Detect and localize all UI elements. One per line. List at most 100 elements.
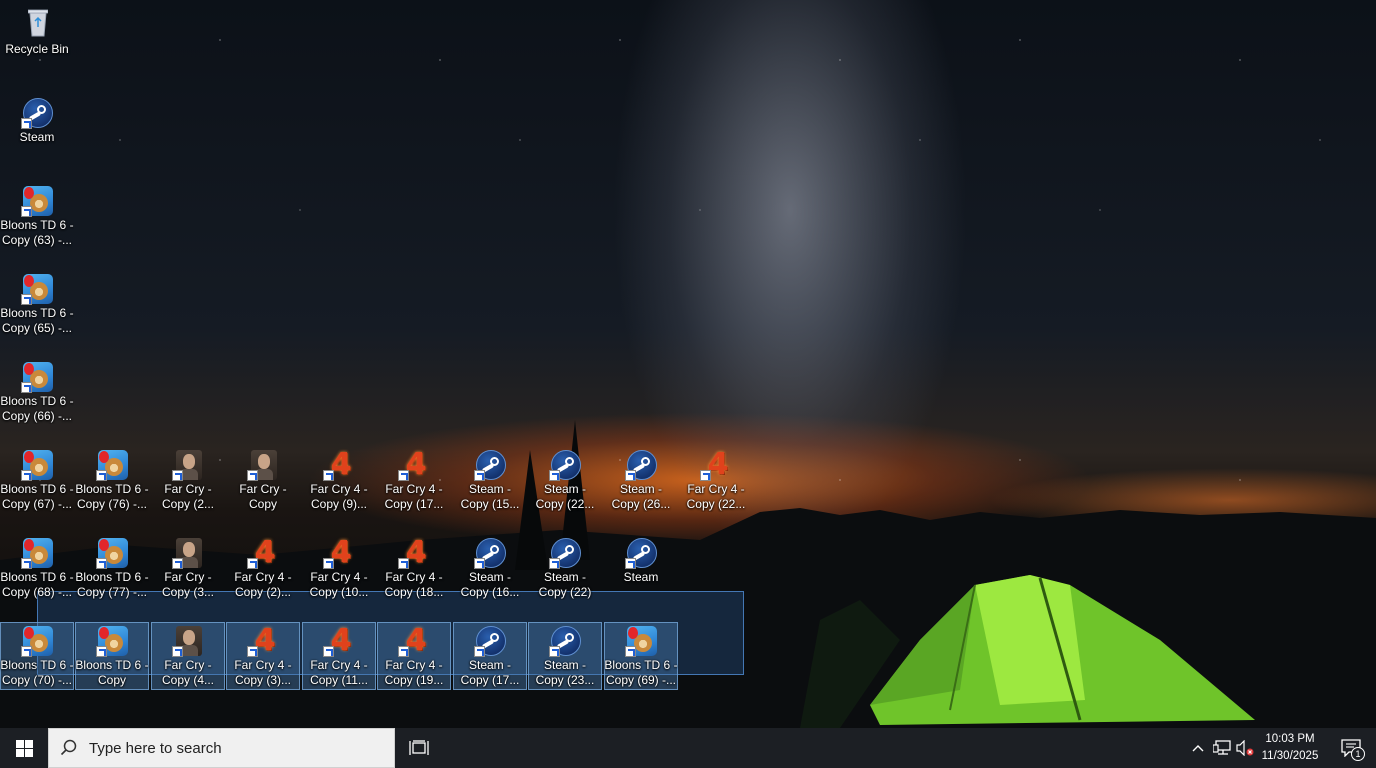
show-hidden-icons-button[interactable] bbox=[1188, 728, 1208, 768]
desktop-icon-farcry4-copy-17[interactable]: 4 Far Cry 4 - Copy (17... bbox=[377, 446, 451, 514]
desktop-icon-farcry4-copy-2[interactable]: 4 Far Cry 4 - Copy (2)... bbox=[226, 534, 300, 602]
desktop-icon-farcry-copy-4[interactable]: Far Cry - Copy (4... bbox=[151, 622, 225, 690]
shortcut-arrow-icon bbox=[549, 646, 560, 657]
shortcut-arrow-icon bbox=[21, 470, 32, 481]
desktop-icon-bloons-77[interactable]: Bloons TD 6 - Copy (77) -... bbox=[75, 534, 149, 602]
desktop-icon-steam-copy-16[interactable]: Steam - Copy (16... bbox=[453, 534, 527, 602]
desktop-icon-farcry4-copy-3[interactable]: 4 Far Cry 4 - Copy (3)... bbox=[226, 622, 300, 690]
clock[interactable]: 10:03 PM 11/30/2025 bbox=[1254, 728, 1326, 768]
desktop-icon-label: Far Cry - Copy bbox=[239, 482, 287, 511]
desktop-icon-farcry4-copy-18[interactable]: 4 Far Cry 4 - Copy (18... bbox=[377, 534, 451, 602]
steam-icon bbox=[474, 625, 506, 657]
desktop-icon-label: Steam - Copy (17... bbox=[460, 658, 520, 687]
bloons-td6-icon bbox=[21, 273, 53, 305]
bloons-td6-icon bbox=[625, 625, 657, 657]
far-cry-icon bbox=[172, 625, 204, 657]
clock-time: 10:03 PM bbox=[1265, 733, 1315, 745]
desktop-icon-farcry4-copy-19[interactable]: 4 Far Cry 4 - Copy (19... bbox=[377, 622, 451, 690]
shortcut-arrow-icon bbox=[21, 382, 32, 393]
steam-icon bbox=[625, 537, 657, 569]
desktop-icon-label: Steam - Copy (22) bbox=[538, 570, 592, 599]
task-view-button[interactable] bbox=[396, 728, 442, 768]
far-cry-icon bbox=[172, 537, 204, 569]
far-cry-4-icon: 4 bbox=[247, 537, 279, 569]
desktop-icon-label: Far Cry 4 - Copy (2)... bbox=[234, 570, 292, 599]
desktop-icon-steam-copy-22a[interactable]: Steam - Copy (22... bbox=[528, 446, 602, 514]
desktop-icon-farcry4-copy-10[interactable]: 4 Far Cry 4 - Copy (10... bbox=[302, 534, 376, 602]
desktop-icon-bloons-69[interactable]: Bloons TD 6 - Copy (69) -... bbox=[604, 622, 678, 690]
desktop-icon-label: Bloons TD 6 - Copy (70) -... bbox=[0, 658, 74, 687]
far-cry-4-icon: 4 bbox=[323, 537, 355, 569]
desktop-icon-label: Far Cry 4 - Copy (18... bbox=[384, 570, 444, 599]
desktop-icon-farcry-copy[interactable]: Far Cry - Copy bbox=[226, 446, 300, 514]
desktop-icon-farcry4-copy-11[interactable]: 4 Far Cry 4 - Copy (11... bbox=[302, 622, 376, 690]
desktop-icon-label: Bloons TD 6 - Copy (65) -... bbox=[0, 306, 74, 335]
desktop-icon-steam-copy-26[interactable]: Steam - Copy (26... bbox=[604, 446, 678, 514]
notification-count-badge: 1 bbox=[1351, 747, 1365, 761]
steam-icon bbox=[474, 449, 506, 481]
desktop-icon-steam[interactable]: Steam bbox=[0, 94, 74, 162]
shortcut-arrow-icon bbox=[398, 558, 409, 569]
desktop-icon-label: Far Cry - Copy (3... bbox=[161, 570, 215, 599]
desktop-icon-bloons-65[interactable]: Bloons TD 6 - Copy (65) -... bbox=[0, 270, 74, 338]
far-cry-icon bbox=[247, 449, 279, 481]
desktop-icon-label: Far Cry 4 - Copy (19... bbox=[384, 658, 444, 687]
far-cry-4-icon: 4 bbox=[398, 449, 430, 481]
desktop-icon-label: Steam - Copy (16... bbox=[460, 570, 520, 599]
volume-button[interactable] bbox=[1234, 728, 1256, 768]
desktop-icon-bloons-63[interactable]: Bloons TD 6 - Copy (63) -... bbox=[0, 182, 74, 250]
shortcut-arrow-icon bbox=[549, 470, 560, 481]
bloons-td6-icon bbox=[21, 185, 53, 217]
windows-logo-icon bbox=[15, 739, 33, 757]
desktop-icon-label: Far Cry 4 - Copy (11... bbox=[310, 658, 368, 687]
shortcut-arrow-icon bbox=[323, 470, 334, 481]
desktop-icon-steam-copy-17[interactable]: Steam - Copy (17... bbox=[453, 622, 527, 690]
shortcut-arrow-icon bbox=[625, 646, 636, 657]
network-icon bbox=[1213, 740, 1231, 755]
desktop-icon-bloons-67[interactable]: Bloons TD 6 - Copy (67) -... bbox=[0, 446, 74, 514]
desktop-icon-farcry4-copy-9[interactable]: 4 Far Cry 4 - Copy (9)... bbox=[302, 446, 376, 514]
desktop-icon-steam-copy-23[interactable]: Steam - Copy (23... bbox=[528, 622, 602, 690]
desktop-icon-bloons-76[interactable]: Bloons TD 6 - Copy (76) -... bbox=[75, 446, 149, 514]
desktop[interactable]: Recycle Bin Steam Bloons TD 6 - Copy (63) … bbox=[0, 0, 1376, 728]
taskbar: Type here to search 10:03 PM 11/30/2025 … bbox=[0, 728, 1376, 768]
shortcut-arrow-icon bbox=[21, 206, 32, 217]
far-cry-4-icon: 4 bbox=[398, 625, 430, 657]
desktop-icon-steam-copy-22b[interactable]: Steam - Copy (22) bbox=[528, 534, 602, 602]
desktop-icon-label: Bloons TD 6 - Copy (63) -... bbox=[0, 218, 74, 247]
desktop-icon-farcry-copy-3[interactable]: Far Cry - Copy (3... bbox=[151, 534, 225, 602]
far-cry-4-icon: 4 bbox=[323, 449, 355, 481]
shortcut-arrow-icon bbox=[96, 646, 107, 657]
search-box[interactable]: Type here to search bbox=[48, 728, 395, 768]
desktop-icon-label: Bloons TD 6 - Copy (68) -... bbox=[0, 570, 74, 599]
desktop-icon-label: Far Cry 4 - Copy (22... bbox=[686, 482, 746, 511]
shortcut-arrow-icon bbox=[474, 646, 485, 657]
desktop-icon-label: Far Cry 4 - Copy (9)... bbox=[310, 482, 368, 511]
bloons-td6-icon bbox=[96, 449, 128, 481]
network-button[interactable] bbox=[1210, 728, 1234, 768]
shortcut-arrow-icon bbox=[323, 646, 334, 657]
action-center-button[interactable]: 1 bbox=[1330, 728, 1372, 768]
desktop-icon-farcry4-copy-22[interactable]: 4 Far Cry 4 - Copy (22... bbox=[679, 446, 753, 514]
shortcut-arrow-icon bbox=[474, 558, 485, 569]
desktop-icon-bloons-68[interactable]: Bloons TD 6 - Copy (68) -... bbox=[0, 534, 74, 602]
shortcut-arrow-icon bbox=[96, 558, 107, 569]
shortcut-arrow-icon bbox=[247, 470, 258, 481]
desktop-icon-bloons-66[interactable]: Bloons TD 6 - Copy (66) -... bbox=[0, 358, 74, 426]
desktop-icon-recycle-bin[interactable]: Recycle Bin bbox=[0, 6, 74, 74]
desktop-icon-bloons-70[interactable]: Bloons TD 6 - Copy (70) -... bbox=[0, 622, 74, 690]
desktop-icon-label: Steam - Copy (15... bbox=[460, 482, 520, 511]
steam-icon bbox=[549, 537, 581, 569]
desktop-icon-bloons-copy[interactable]: Bloons TD 6 - Copy bbox=[75, 622, 149, 690]
desktop-icon-label: Far Cry - Copy (4... bbox=[161, 658, 215, 687]
recycle-bin-icon bbox=[21, 9, 53, 41]
desktop-icon-steam-copy-15[interactable]: Steam - Copy (15... bbox=[453, 446, 527, 514]
volume-muted-icon bbox=[1236, 740, 1254, 756]
search-icon bbox=[49, 728, 89, 768]
desktop-icon-label: Steam bbox=[19, 130, 55, 144]
steam-icon bbox=[21, 97, 53, 129]
shortcut-arrow-icon bbox=[21, 646, 32, 657]
start-button[interactable] bbox=[0, 728, 48, 768]
desktop-icon-farcry-copy-2[interactable]: Far Cry - Copy (2... bbox=[151, 446, 225, 514]
desktop-icon-steam-2[interactable]: Steam bbox=[604, 534, 678, 602]
